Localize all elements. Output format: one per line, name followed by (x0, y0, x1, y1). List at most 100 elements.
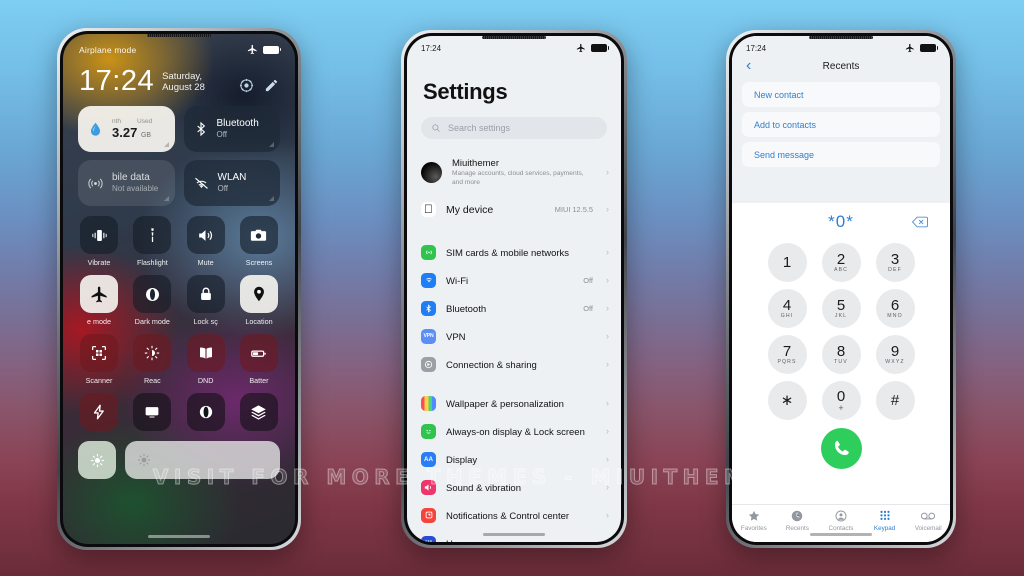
key-6[interactable]: 6 MNO (875, 289, 915, 328)
toggle-cast[interactable] (130, 393, 174, 431)
settings-item-label: Notifications & Control center (446, 511, 570, 523)
tab-keypad[interactable]: Keypad (863, 509, 907, 532)
brightness-controls (63, 437, 295, 479)
toggle-dnd[interactable]: DND (184, 334, 228, 385)
settings-gear-icon[interactable] (239, 78, 254, 93)
wifi-off-icon (194, 177, 208, 189)
toggle-lightning[interactable] (77, 393, 121, 431)
key-8[interactable]: 8 TUV (821, 335, 861, 374)
data-usage-right-label: Used (137, 118, 153, 125)
toggle-contrast[interactable] (184, 393, 228, 431)
mobile-data-card[interactable]: bile data Not available (78, 160, 175, 206)
contrast-icon (145, 287, 159, 301)
control-center-big-tiles-row-2: bile data Not available WLAN Off (63, 152, 295, 206)
toggle-battery-saver[interactable]: Batter (237, 334, 281, 385)
bluetooth-icon (196, 121, 205, 137)
sim-signal-icon (421, 244, 436, 260)
settings-item-my-device[interactable]:  My device MIUI 12.5.5 › (407, 195, 621, 227)
device-version: MIUI 12.5.5 (554, 204, 593, 214)
key-5[interactable]: 5 JKL (821, 289, 861, 328)
brightness-auto-button[interactable] (78, 441, 116, 479)
key-1[interactable]: 1 (767, 243, 807, 282)
tab-favorites[interactable]: Favorites (732, 509, 776, 532)
settings-item-display[interactable]: AA Display › (407, 445, 621, 473)
tab-label: Recents (785, 525, 809, 532)
settings-item-bluetooth[interactable]: Bluetooth Off › (407, 294, 621, 322)
settings-list: Miuithemer Manage accounts, cloud servic… (407, 149, 621, 542)
cast-screen-icon (145, 407, 159, 418)
chevron-right-icon: › (606, 330, 609, 341)
bluetooth-card[interactable]: Bluetooth Off (183, 106, 280, 152)
wlan-card[interactable]: WLAN Off (183, 160, 280, 206)
key-0[interactable]: 0 + (821, 381, 861, 420)
toggle-airplane-mode[interactable]: e mode (77, 275, 121, 326)
expand-corner-icon (269, 196, 274, 201)
toggle-mute[interactable]: Mute (184, 216, 228, 267)
call-button[interactable] (820, 428, 862, 469)
key-3[interactable]: 3 DEF (875, 243, 915, 282)
toggle-screenshot[interactable]: Screens (237, 216, 281, 267)
action-send-message[interactable]: Send message (742, 142, 940, 167)
toggle-lock-screen[interactable]: Lock sç (184, 275, 228, 326)
toggle-scanner[interactable]: Scanner (77, 334, 121, 385)
settings-item-notifications-control-center[interactable]: Notifications & Control center › (407, 501, 621, 529)
brightness-slider[interactable] (125, 441, 280, 479)
settings-item-label: Connection & sharing (446, 360, 537, 372)
tab-contacts[interactable]: Contacts (819, 509, 863, 532)
key-letters: DEF (888, 267, 902, 274)
phone-bezel: 17:24 ‹ Recents New contact Add to conta… (729, 33, 953, 545)
settings-item-label: Bluetooth (446, 304, 487, 316)
dialed-number: *0* (828, 212, 854, 231)
nav-bar: ‹ Recents (732, 53, 950, 77)
home-indicator[interactable] (483, 533, 545, 536)
home-indicator[interactable] (810, 533, 872, 536)
toggle-label: e mode (87, 317, 111, 326)
action-new-contact[interactable]: New contact (742, 82, 940, 107)
toggle-flashlight[interactable]: Flashlight (130, 216, 174, 267)
action-add-to-contacts[interactable]: Add to contacts (742, 112, 940, 137)
key-star[interactable]: ∗ (767, 381, 807, 420)
settings-item-sim-cards[interactable]: SIM cards & mobile networks › (407, 238, 621, 266)
toggle-location[interactable]: Location (237, 275, 281, 326)
key-2[interactable]: 2 ABC (821, 243, 861, 282)
search-placeholder: Search settings (448, 123, 511, 133)
toggle-label: DND (197, 376, 214, 385)
key-digit: 5 (836, 296, 846, 314)
toggle-reading-mode[interactable]: Reac (130, 334, 174, 385)
settings-item-label: Wi-Fi (446, 276, 469, 288)
data-usage-card[interactable]: nth Used 3.27 GB (78, 106, 175, 152)
settings-item-wallpaper[interactable]: Wallpaper & personalization › (407, 389, 621, 417)
home-indicator[interactable] (148, 535, 210, 538)
data-usage-unit: GB (140, 132, 152, 139)
chevron-right-icon: › (606, 397, 609, 408)
key-letters: ABC (834, 267, 848, 274)
settings-item-label: VPN (446, 332, 466, 344)
settings-item-connection-sharing[interactable]: Connection & sharing › (407, 350, 621, 378)
speaker-grille-icon (147, 34, 211, 37)
key-digit: 1 (782, 254, 792, 271)
settings-item-wifi[interactable]: Wi-Fi Off › (407, 266, 621, 294)
key-7[interactable]: 7 PQRS (767, 335, 807, 374)
wlan-card-title: WLAN (217, 171, 247, 183)
settings-item-aod-lockscreen[interactable]: Always-on display & Lock screen › (407, 417, 621, 445)
star-icon (748, 510, 759, 521)
settings-item-vpn[interactable]: VPN VPN › (407, 322, 621, 350)
tab-voicemail[interactable]: Voicemail (906, 509, 950, 532)
tab-recents[interactable]: Recents (776, 509, 820, 532)
toggle-layers[interactable] (237, 393, 281, 431)
settings-item-account[interactable]: Miuithemer Manage accounts, cloud servic… (407, 149, 621, 195)
key-digit: 7 (782, 342, 792, 360)
toggle-dark-mode[interactable]: Dark mode (130, 275, 174, 326)
toggle-vibrate[interactable]: Vibrate (77, 216, 121, 267)
key-4[interactable]: 4 GHI (767, 289, 807, 328)
edit-pencil-icon[interactable] (264, 78, 279, 93)
key-9[interactable]: 9 WXYZ (875, 335, 915, 374)
search-input[interactable]: Search settings (421, 117, 607, 139)
backspace-icon[interactable] (912, 216, 928, 228)
key-hash[interactable]: # (875, 381, 915, 420)
bluetooth-card-subtitle: Off (216, 130, 228, 140)
chevron-right-icon: › (606, 203, 609, 214)
settings-item-sound-vibration[interactable]: Sound & vibration › (407, 473, 621, 501)
avatar-icon (421, 162, 442, 184)
reading-mode-icon (145, 345, 160, 361)
